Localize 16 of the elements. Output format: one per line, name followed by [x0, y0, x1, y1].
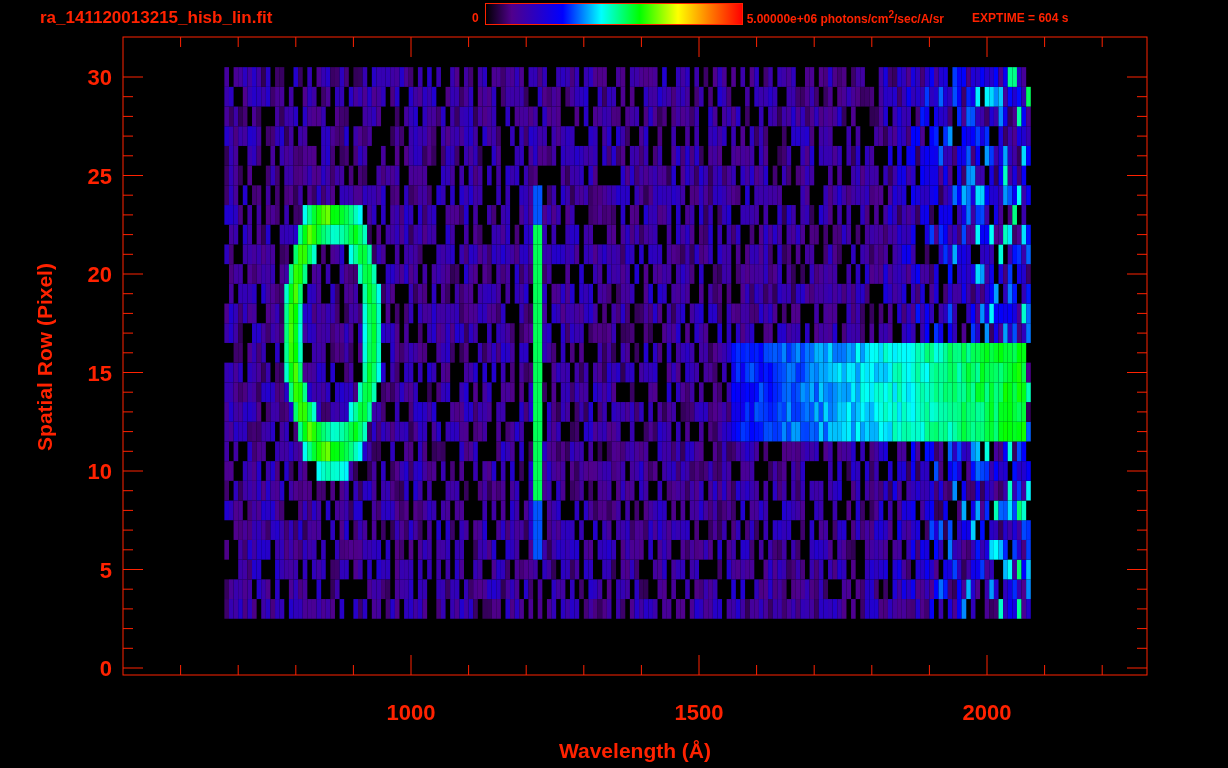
y-tick-label: 5	[99, 557, 112, 583]
y-tick-label: 25	[87, 163, 112, 189]
y-tick-label: 20	[87, 262, 112, 287]
x-tick-label: 1000	[386, 700, 436, 725]
y-tick-label: 0	[99, 656, 112, 681]
colorbar-min-label: 0	[472, 10, 479, 25]
y-axis-label: Spatial Row (Pixel)	[33, 263, 56, 451]
x-tick-label: 1500	[674, 700, 724, 725]
exposure-time: EXPTIME = 604 s	[972, 10, 1069, 25]
x-tick-label: 2000	[962, 700, 1012, 725]
plot-title: ra_141120013215_hisb_lin.fit	[40, 7, 274, 28]
colorbar-max-label: 5.00000e+06 photons/cm$^{2}$/sec/A/sr	[746, 9, 945, 26]
x-axis-label: Wavelength (Å)	[558, 739, 712, 762]
y-tick-label: 15	[87, 360, 112, 386]
y-tick-label: 30	[87, 65, 112, 90]
y-tick-label: 10	[87, 459, 112, 484]
